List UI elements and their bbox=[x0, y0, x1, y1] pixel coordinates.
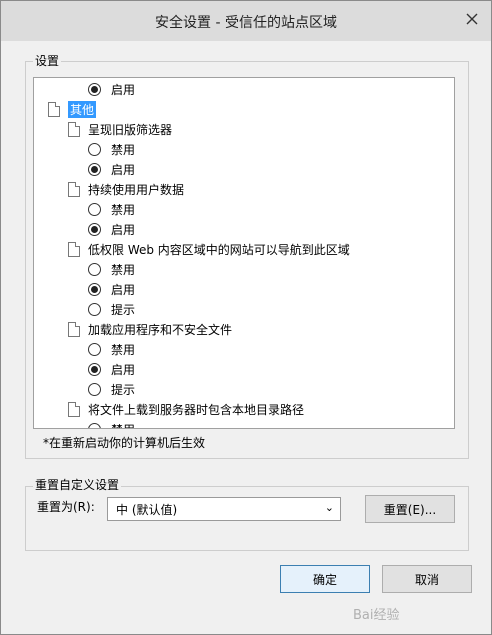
settings-item[interactable]: 低权限 Web 内容区域中的网站可以导航到此区域 bbox=[68, 239, 350, 259]
radio-option[interactable]: 启用 bbox=[88, 219, 135, 239]
radio-option[interactable]: 禁用 bbox=[88, 339, 135, 359]
settings-item[interactable]: 将文件上载到服务器时包含本地目录路径 bbox=[68, 399, 304, 419]
setting-label: 将文件上载到服务器时包含本地目录路径 bbox=[88, 402, 305, 417]
radio-option-label: 禁用 bbox=[111, 142, 136, 157]
radio-button[interactable] bbox=[88, 302, 101, 316]
setting-label: 加载应用程序和不安全文件 bbox=[88, 322, 233, 337]
radio-option[interactable]: 禁用 bbox=[88, 419, 135, 429]
radio-option[interactable]: 启用 bbox=[88, 159, 135, 179]
radio-option-label: 启用 bbox=[111, 282, 136, 297]
chevron-down-icon: ⌄ bbox=[324, 501, 334, 514]
radio-option[interactable]: 启用 bbox=[88, 279, 135, 299]
radio-option[interactable]: 启用 bbox=[88, 79, 135, 99]
radio-option-label: 禁用 bbox=[111, 262, 136, 277]
close-icon bbox=[466, 13, 478, 25]
radio-option[interactable]: 提示 bbox=[88, 299, 135, 319]
settings-list[interactable]: 启用 其他 呈现旧版筛选器 禁用 启用 持续使用用户数据 禁用 启用 低权限 Web 内容区域中… bbox=[33, 77, 455, 429]
document-icon bbox=[68, 121, 80, 137]
cancel-button[interactable]: 取消 bbox=[382, 565, 472, 593]
radio-button[interactable] bbox=[88, 162, 101, 176]
setting-label: 呈现旧版筛选器 bbox=[88, 122, 173, 137]
radio-option[interactable]: 禁用 bbox=[88, 259, 135, 279]
baidu-watermark: Bai经验 bbox=[353, 607, 400, 623]
radio-option[interactable]: 提示 bbox=[88, 379, 135, 399]
title-bar: 安全设置 - 受信任的站点区域 bbox=[1, 1, 491, 41]
category-label: 其他 bbox=[68, 100, 97, 118]
radio-option[interactable]: 禁用 bbox=[88, 199, 135, 219]
radio-button[interactable] bbox=[88, 362, 101, 376]
setting-label: 低权限 Web 内容区域中的网站可以导航到此区域 bbox=[88, 242, 350, 257]
reset-level-select[interactable]: 中 (默认值) ⌄ bbox=[107, 497, 341, 521]
document-icon bbox=[68, 241, 80, 257]
settings-group-label: 设置 bbox=[33, 52, 62, 69]
settings-category[interactable]: 其他 bbox=[48, 99, 97, 119]
ok-button[interactable]: 确定 bbox=[280, 565, 370, 593]
document-icon bbox=[68, 181, 80, 197]
document-icon bbox=[68, 321, 80, 337]
radio-button[interactable] bbox=[88, 142, 101, 156]
document-icon bbox=[48, 101, 60, 117]
restart-note: *在重新启动你的计算机后生效 bbox=[43, 436, 206, 450]
radio-option-label: 提示 bbox=[111, 382, 136, 397]
radio-option-label: 禁用 bbox=[111, 202, 136, 217]
radio-button[interactable] bbox=[88, 342, 101, 356]
reset-group-label: 重置自定义设置 bbox=[33, 476, 122, 493]
radio-button[interactable] bbox=[88, 202, 101, 216]
radio-option-label: 启用 bbox=[111, 162, 136, 177]
reset-button[interactable]: 重置(E)... bbox=[365, 495, 455, 523]
radio-button[interactable] bbox=[88, 422, 101, 428]
radio-option-label: 禁用 bbox=[111, 421, 135, 429]
reset-to-label: 重置为(R): bbox=[37, 500, 95, 514]
settings-item[interactable]: 呈现旧版筛选器 bbox=[68, 119, 172, 139]
radio-option[interactable]: 禁用 bbox=[88, 139, 135, 159]
radio-button[interactable] bbox=[88, 262, 101, 276]
radio-option-label: 启用 bbox=[111, 82, 136, 97]
reset-level-value: 中 (默认值) bbox=[116, 503, 178, 517]
window-title: 安全设置 - 受信任的站点区域 bbox=[155, 15, 337, 31]
settings-item[interactable]: 持续使用用户数据 bbox=[68, 179, 184, 199]
radio-option-label: 启用 bbox=[111, 362, 136, 377]
radio-option[interactable]: 启用 bbox=[88, 359, 135, 379]
setting-label: 持续使用用户数据 bbox=[88, 182, 185, 197]
radio-button[interactable] bbox=[88, 82, 101, 96]
radio-button[interactable] bbox=[88, 282, 101, 296]
settings-item[interactable]: 加载应用程序和不安全文件 bbox=[68, 319, 232, 339]
radio-button[interactable] bbox=[88, 222, 101, 236]
radio-option-label: 禁用 bbox=[111, 342, 136, 357]
security-settings-dialog: 安全设置 - 受信任的站点区域 设置 启用 其他 呈现旧版筛选器 禁用 启用 持续使用用户… bbox=[0, 0, 492, 635]
radio-option-label: 提示 bbox=[111, 302, 136, 317]
radio-button[interactable] bbox=[88, 382, 101, 396]
close-button[interactable] bbox=[461, 9, 483, 29]
radio-option-label: 启用 bbox=[111, 222, 136, 237]
document-icon bbox=[68, 401, 80, 417]
